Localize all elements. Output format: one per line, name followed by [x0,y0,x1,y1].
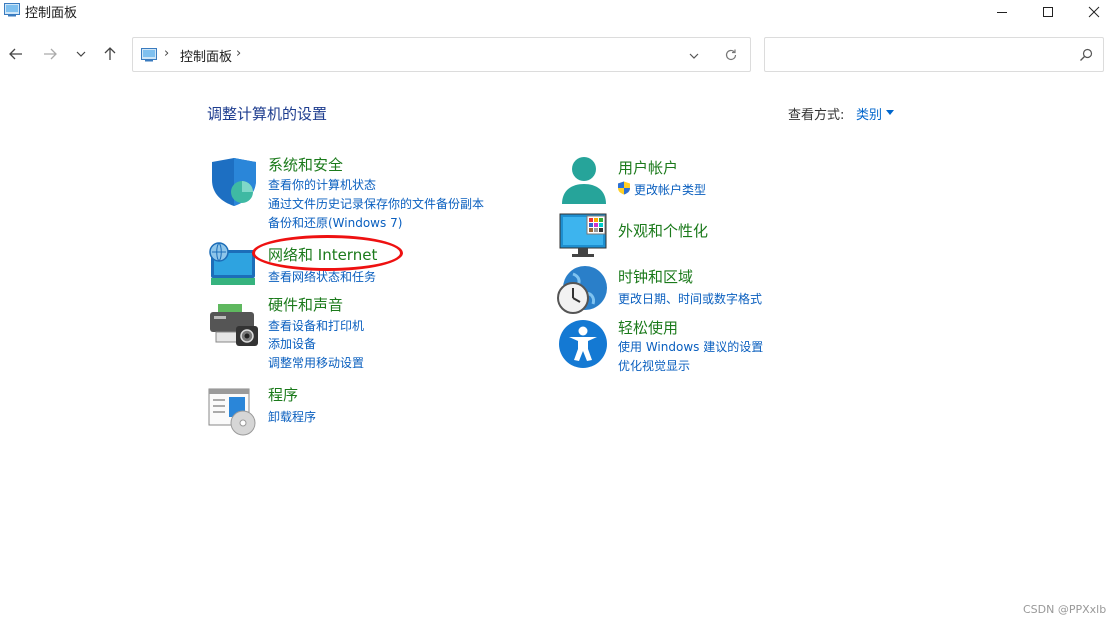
category-user-accounts[interactable]: 用户帐户 [618,157,678,178]
arrow-left-icon [9,48,22,60]
link-date-time-format[interactable]: 更改日期、时间或数字格式 [618,290,762,307]
search-icon[interactable] [1078,47,1094,63]
maximize-button[interactable] [1025,0,1071,24]
refresh-button[interactable] [723,47,739,63]
arrow-right-icon [44,48,57,60]
category-clock-region[interactable]: 时钟和区域 [618,266,693,287]
breadcrumb-control-panel[interactable]: 控制面板 [180,46,232,65]
category-programs[interactable]: 程序 [268,384,298,405]
link-devices-printers[interactable]: 查看设备和打印机 [268,317,364,334]
page-title: 调整计算机的设置 [207,105,328,123]
appearance-icon[interactable] [558,212,610,264]
breadcrumb-separator[interactable]: › [236,46,241,61]
link-mobility-settings[interactable]: 调整常用移动设置 [268,354,364,371]
chevron-down-icon [689,53,699,59]
category-ease-of-access[interactable]: 轻松使用 [618,317,678,338]
window-title: 控制面板 [25,6,78,21]
link-change-account-type[interactable]: 更改帐户类型 [634,181,706,198]
search-input[interactable] [764,37,1104,72]
clock-globe-icon[interactable] [557,264,609,316]
recent-locations-button[interactable] [69,42,93,66]
link-optimize-visual-display[interactable]: 优化视觉显示 [618,357,690,374]
arrow-up-icon [104,47,116,60]
breadcrumb-separator[interactable]: › [164,46,169,61]
view-by-label: 查看方式: [788,108,845,123]
red-annotation-circle [252,235,403,271]
close-button[interactable] [1071,0,1115,24]
link-backup-restore[interactable]: 备份和还原(Windows 7) [268,214,402,231]
network-globe-icon[interactable] [207,240,259,292]
control-panel-icon [4,3,20,17]
uac-shield-icon [618,181,630,195]
category-appearance[interactable]: 外观和个性化 [618,220,708,241]
shield-icon[interactable] [208,156,260,208]
chevron-down-icon [76,51,86,57]
refresh-icon [725,49,737,61]
control-panel-icon [141,48,157,62]
title-bar: 控制面板 [0,0,1115,24]
link-windows-suggested-settings[interactable]: 使用 Windows 建议的设置 [618,338,763,355]
back-button[interactable] [4,42,28,66]
watermark: CSDN @PPXxlb [1023,603,1107,616]
caret-down-icon[interactable] [886,110,894,115]
printer-icon[interactable] [208,300,260,352]
user-icon[interactable] [558,156,610,208]
address-dropdown-button[interactable] [686,48,702,64]
link-uninstall-program[interactable]: 卸载程序 [268,408,316,425]
view-by-dropdown[interactable]: 类别 [856,104,882,123]
up-button[interactable] [98,42,122,66]
minimize-button[interactable] [979,0,1025,24]
link-view-computer-status[interactable]: 查看你的计算机状态 [268,176,376,193]
category-system-security[interactable]: 系统和安全 [268,154,343,175]
address-bar[interactable]: › 控制面板 › [132,37,751,72]
link-file-history[interactable]: 通过文件历史记录保存你的文件备份副本 [268,195,484,212]
forward-button[interactable] [38,42,62,66]
accessibility-icon[interactable] [557,318,609,370]
programs-icon[interactable] [207,387,259,439]
category-hardware-sound[interactable]: 硬件和声音 [268,294,343,315]
link-add-device[interactable]: 添加设备 [268,335,316,352]
